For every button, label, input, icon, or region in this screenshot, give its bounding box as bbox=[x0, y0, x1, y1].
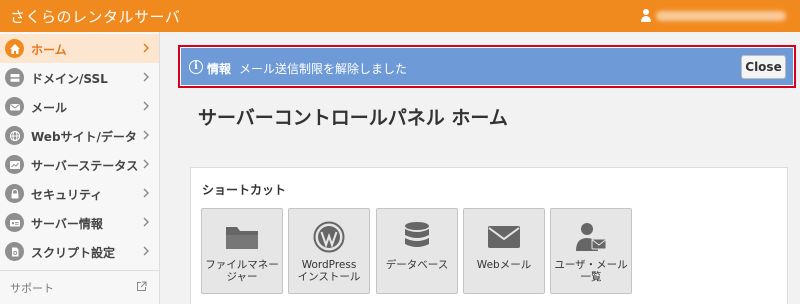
shortcut-wordpress-install[interactable]: WordPress インストール bbox=[288, 208, 370, 294]
user-name-redacted bbox=[656, 10, 786, 21]
tile-label: ファイルマネー ジャー bbox=[205, 259, 279, 283]
user-icon bbox=[640, 9, 652, 22]
info-alert: i 情報 メール送信制限を解除しました Close bbox=[178, 45, 796, 88]
sidebar-divider bbox=[0, 270, 159, 271]
tile-label: Webメール bbox=[476, 259, 532, 271]
tile-label: ユーザ・メール 一覧 bbox=[554, 259, 628, 283]
chevron-right-icon bbox=[143, 159, 149, 169]
script-icon bbox=[5, 242, 24, 261]
sidebar-item-home[interactable]: ホーム bbox=[0, 34, 159, 63]
sidebar-item-label: メール bbox=[31, 101, 68, 115]
mail-icon bbox=[5, 97, 24, 116]
chart-icon bbox=[5, 155, 24, 174]
envelope-icon bbox=[486, 221, 522, 253]
shortcut-user-mail-list[interactable]: ユーザ・メール 一覧 bbox=[550, 208, 632, 294]
sidebar-item-label: セキュリティ bbox=[31, 188, 103, 202]
alert-message: メール送信制限を解除しました bbox=[239, 62, 408, 76]
brand-logo-text[interactable]: さくらのレンタルサーバ bbox=[10, 6, 180, 27]
sidebar-item-label: ホーム bbox=[31, 43, 67, 57]
user-mail-icon bbox=[573, 221, 609, 253]
shortcut-file-manager[interactable]: ファイルマネー ジャー bbox=[201, 208, 283, 294]
sidebar-item-domain-ssl[interactable]: ドメイン/SSL bbox=[0, 63, 159, 92]
tile-label: データベース bbox=[385, 259, 449, 271]
user-account[interactable] bbox=[640, 9, 786, 22]
info-icon: i bbox=[189, 60, 203, 74]
tile-label: WordPress インストール bbox=[297, 259, 361, 283]
info-alert-body: i 情報 メール送信制限を解除しました Close bbox=[181, 48, 793, 85]
chevron-right-icon bbox=[143, 101, 149, 111]
alert-title: 情報 bbox=[207, 62, 232, 76]
sidebar-item-server-info[interactable]: サーバー情報 bbox=[0, 208, 159, 237]
sidebar-support-link[interactable]: サポート bbox=[0, 276, 159, 298]
page-title: サーバーコントロールパネル ホーム bbox=[198, 107, 508, 129]
sidebar-item-website-data[interactable]: Webサイト/データ bbox=[0, 121, 159, 150]
card-icon bbox=[5, 213, 24, 232]
chevron-right-icon bbox=[143, 72, 149, 82]
shortcut-title: ショートカット bbox=[202, 183, 287, 197]
sidebar-item-mail[interactable]: メール bbox=[0, 92, 159, 121]
shortcut-webmail[interactable]: Webメール bbox=[463, 208, 545, 294]
shortcut-database[interactable]: データベース bbox=[376, 208, 458, 294]
chevron-right-icon bbox=[143, 130, 149, 140]
close-button[interactable]: Close bbox=[741, 55, 786, 79]
lock-icon bbox=[5, 184, 24, 203]
sidebar-item-label: スクリプト設定 bbox=[31, 246, 116, 260]
database-icon bbox=[399, 221, 435, 253]
home-icon bbox=[5, 39, 24, 58]
chevron-right-icon bbox=[143, 188, 149, 198]
server-icon bbox=[5, 68, 24, 87]
chevron-right-icon bbox=[143, 217, 149, 227]
wordpress-icon bbox=[311, 221, 347, 253]
external-link-icon bbox=[137, 281, 147, 291]
chevron-right-icon bbox=[143, 43, 149, 53]
sidebar-item-server-status[interactable]: サーバーステータス bbox=[0, 150, 159, 179]
sidebar: ホーム ドメイン/SSL メール Webサイト/データ サーバーステータス セキ bbox=[0, 32, 160, 304]
chevron-right-icon bbox=[143, 246, 149, 256]
shortcut-panel: ショートカット ファイルマネー ジャー WordPress インストール データ… bbox=[190, 167, 788, 304]
sidebar-item-label: サーバー情報 bbox=[31, 217, 103, 231]
support-label: サポート bbox=[10, 282, 54, 295]
sidebar-item-security[interactable]: セキュリティ bbox=[0, 179, 159, 208]
sidebar-item-label: Webサイト/データ bbox=[31, 130, 137, 144]
sidebar-item-label: ドメイン/SSL bbox=[31, 72, 108, 86]
folder-icon bbox=[224, 221, 260, 253]
sidebar-item-label: サーバーステータス bbox=[31, 159, 139, 173]
sidebar-item-script-settings[interactable]: スクリプト設定 bbox=[0, 237, 159, 266]
globe-icon bbox=[5, 126, 24, 145]
top-header: さくらのレンタルサーバ bbox=[0, 0, 800, 32]
